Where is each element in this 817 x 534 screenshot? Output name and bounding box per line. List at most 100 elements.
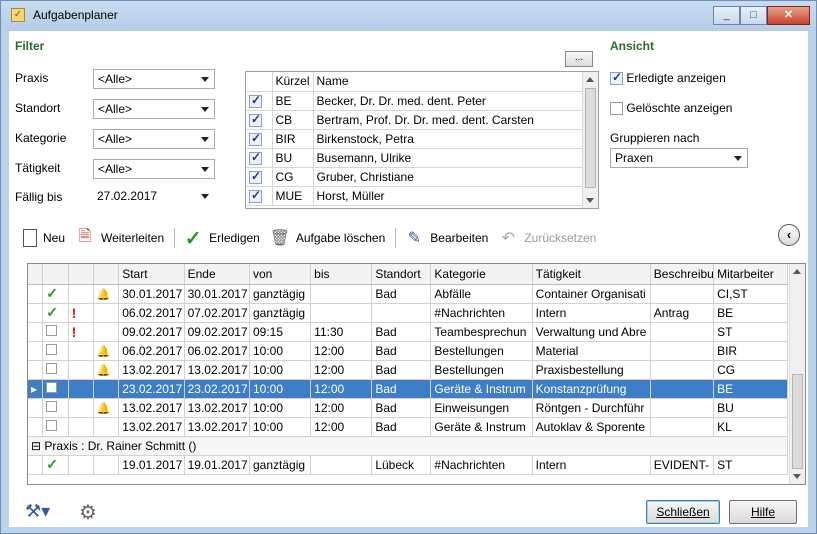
employee-row[interactable]: CBBertram, Prof. Dr. Dr. med. dent. Cars…: [246, 110, 584, 130]
complete-label: Erledigen: [209, 231, 260, 245]
employee-checkbox[interactable]: [249, 188, 262, 203]
col-start[interactable]: Start: [118, 264, 185, 285]
employee-checkbox[interactable]: [249, 93, 262, 108]
reset-button[interactable]: ↶ Zurücksetzen: [498, 227, 597, 249]
col-name[interactable]: Name: [313, 72, 584, 92]
col-activity[interactable]: Tätigkeit: [532, 264, 651, 285]
scroll-up-icon[interactable]: [793, 269, 801, 274]
employee-checkbox[interactable]: [249, 131, 262, 146]
employee-checkbox[interactable]: [249, 150, 262, 165]
status-cell[interactable]: ✓: [42, 303, 69, 323]
priority-cell: !: [68, 303, 94, 323]
col-to[interactable]: bis: [310, 264, 373, 285]
due-date-picker[interactable]: 27.02.2017: [93, 187, 215, 207]
help-button[interactable]: Hilfe: [729, 500, 797, 524]
gear-icon[interactable]: ⚙: [79, 500, 97, 525]
scroll-down-icon[interactable]: [586, 198, 594, 203]
group-row[interactable]: ⊟ Praxis : Dr. Rainer Schmitt (): [28, 436, 788, 456]
employee-checkbox[interactable]: [249, 112, 262, 127]
table-row[interactable]: 13.02.2017 13.02.2017 10:00 12:00 Bad Geräte …: [28, 417, 788, 437]
scroll-thumb[interactable]: [585, 88, 596, 188]
close-window-button[interactable]: ✕: [767, 6, 810, 25]
cell-location: [371, 303, 432, 323]
filter-label-praxis: Praxis: [15, 71, 49, 85]
status-cell[interactable]: [42, 398, 69, 418]
table-row[interactable]: ✓! 06.02.2017 07.02.2017 ganztägig #Nachrich…: [28, 303, 788, 323]
status-cell[interactable]: [42, 322, 69, 342]
title-bar[interactable]: ✓ Aufgabenplaner _ □ ✕: [1, 1, 816, 31]
group-by-combo[interactable]: Praxen: [610, 148, 748, 168]
row-checkbox[interactable]: [46, 400, 58, 412]
col-end[interactable]: Ende: [184, 264, 250, 285]
taetigkeit-combo[interactable]: <Alle>: [93, 159, 215, 179]
row-checkbox[interactable]: [46, 324, 58, 336]
row-checkbox[interactable]: [46, 343, 58, 355]
employee-name: Gruber, Christiane: [313, 167, 584, 187]
scroll-down-icon[interactable]: [793, 474, 801, 479]
kategorie-combo[interactable]: <Alle>: [93, 129, 215, 149]
cell-location: Bad: [371, 322, 432, 342]
table-row[interactable]: ▸ 23.02.2017 23.02.2017 10:00 12:00 Bad Geräte…: [28, 379, 788, 399]
row-indicator: [28, 398, 44, 418]
col-staff[interactable]: Mitarbeiter: [713, 264, 788, 285]
more-button[interactable]: ...: [565, 51, 593, 67]
col-location[interactable]: Standort: [371, 264, 432, 285]
col-category[interactable]: Kategorie: [430, 264, 533, 285]
status-cell[interactable]: [42, 360, 69, 380]
employee-checkbox[interactable]: [249, 169, 262, 184]
row-checkbox[interactable]: [46, 381, 58, 393]
employee-list-scrollbar[interactable]: [582, 72, 598, 208]
status-cell[interactable]: ✓: [42, 455, 69, 475]
collapse-panel-icon[interactable]: ‹: [778, 224, 800, 246]
collapse-icon[interactable]: ⊟: [31, 439, 44, 453]
table-row[interactable]: ✓ 19.01.2017 19.01.2017 ganztägig Lübeck #Nac…: [28, 455, 788, 475]
chevron-down-icon: [201, 194, 209, 199]
cell-from: ganztägig: [249, 303, 312, 323]
table-row[interactable]: ✓ 🔔 30.01.2017 30.01.2017 ganztägig Bad Abfäll…: [28, 284, 788, 304]
employee-row[interactable]: CGGruber, Christiane: [246, 167, 584, 187]
status-cell[interactable]: ✓: [42, 284, 69, 304]
show-done-option[interactable]: Erledigte anzeigen: [610, 70, 726, 86]
scroll-up-icon[interactable]: [586, 77, 594, 82]
employee-row[interactable]: MUEHorst, Müller: [246, 186, 584, 206]
reminder-cell: 🔔: [93, 341, 120, 361]
status-cell[interactable]: [42, 417, 69, 437]
col-description[interactable]: Beschreibu: [650, 264, 715, 285]
col-kuerzel[interactable]: Kürzel: [272, 72, 314, 92]
col-from[interactable]: von: [249, 264, 312, 285]
cell-category: Teambesprechun: [430, 322, 533, 342]
close-button[interactable]: Schließen: [646, 500, 720, 524]
forward-button[interactable]: 🗎 Weiterleiten: [75, 227, 165, 249]
row-checkbox[interactable]: [46, 419, 58, 431]
table-row[interactable]: 🔔 13.02.2017 13.02.2017 10:00 12:00 Bad Bestel…: [28, 360, 788, 380]
edit-button[interactable]: ✎ Bearbeiten: [404, 227, 489, 249]
employee-row[interactable]: BUBusemann, Ulrike: [246, 148, 584, 168]
table-row[interactable]: 🔔 13.02.2017 13.02.2017 10:00 12:00 Bad Einwei…: [28, 398, 788, 418]
cell-to: 12:00: [310, 379, 373, 399]
praxis-combo[interactable]: <Alle>: [93, 69, 215, 89]
employee-row[interactable]: BIRBirkenstock, Petra: [246, 129, 584, 149]
table-row[interactable]: 🔔 06.02.2017 06.02.2017 10:00 12:00 Bad Bestel…: [28, 341, 788, 361]
scroll-thumb[interactable]: [792, 374, 803, 469]
new-button[interactable]: Neu: [23, 229, 65, 247]
employee-code: MUE: [272, 186, 314, 206]
minimize-button[interactable]: _: [713, 6, 740, 25]
maximize-button[interactable]: □: [740, 6, 767, 25]
status-cell[interactable]: [42, 341, 69, 361]
standort-combo[interactable]: <Alle>: [93, 99, 215, 119]
complete-button[interactable]: ✓ Erledigen: [183, 227, 260, 250]
employee-row[interactable]: BEBecker, Dr. Dr. med. dent. Peter: [246, 91, 584, 111]
delete-task-button[interactable]: 🗑 Aufgabe löschen: [270, 227, 386, 249]
status-cell[interactable]: [42, 379, 69, 399]
row-checkbox[interactable]: [46, 362, 58, 374]
show-deleted-checkbox[interactable]: [610, 102, 623, 116]
table-row[interactable]: ! 09.02.2017 09.02.2017 09:15 11:30 Bad Teambe…: [28, 322, 788, 342]
undo-icon: ↶: [501, 230, 516, 247]
cell-category: Bestellungen: [430, 341, 533, 361]
cell-category: Geräte & Instrum: [430, 417, 533, 437]
show-done-checkbox[interactable]: [610, 70, 623, 86]
row-indicator: [28, 455, 44, 475]
grid-scrollbar[interactable]: [789, 264, 805, 484]
show-deleted-option[interactable]: Gelöschte anzeigen: [610, 101, 732, 116]
tools-menu-icon[interactable]: ⚒▾: [25, 501, 50, 522]
